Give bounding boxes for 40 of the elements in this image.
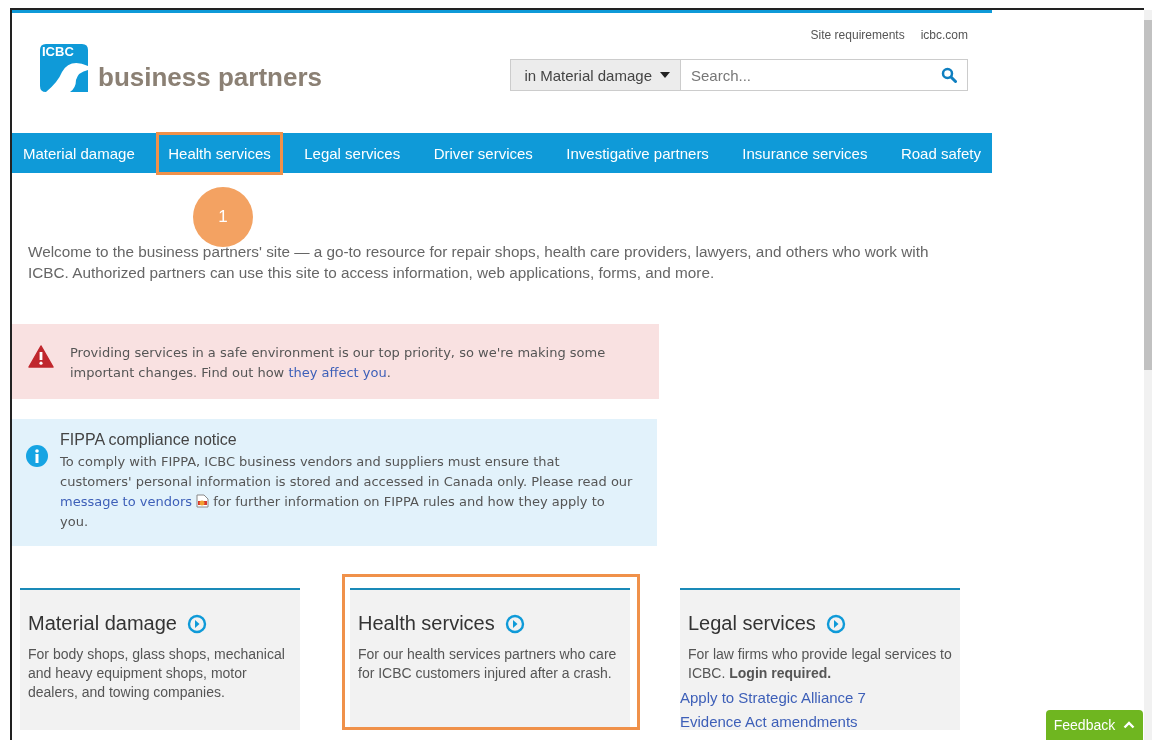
info-icon (26, 445, 48, 467)
notice-title: FIPPA compliance notice (60, 431, 238, 449)
caret-icon (660, 72, 670, 78)
nav-link[interactable]: Legal services (295, 134, 410, 172)
card-title-link[interactable]: Material damage (28, 612, 177, 635)
card-link[interactable]: Evidence Act amendments (680, 712, 960, 731)
arrow-circle-icon (825, 613, 846, 634)
header-link[interactable]: icbc.com (920, 28, 968, 42)
step-badge: 1 (193, 187, 253, 247)
nav-link[interactable]: Road safety (891, 134, 990, 172)
card-text: For our health services partners who care for ICBC customers injured after a crash. (358, 645, 618, 683)
nav-link[interactable]: Health services (159, 134, 280, 172)
search-icon (941, 67, 957, 83)
warning-icon (28, 345, 54, 368)
chevron-up-icon (1123, 721, 1136, 729)
scrollbar-thumb[interactable] (1144, 20, 1152, 370)
text-link[interactable]: message to vendors (60, 494, 192, 509)
arrow-circle-icon (186, 613, 207, 634)
nav-link[interactable]: Driver services (424, 134, 542, 172)
text-link[interactable]: they affect you (288, 365, 387, 380)
card-title-link[interactable]: Health services (358, 612, 495, 635)
scrollbar[interactable] (1144, 10, 1152, 740)
card-link[interactable]: Apply to Strategic Alliance 7 (680, 688, 960, 707)
scope-dropdown[interactable]: in Material damage (510, 59, 681, 91)
logo-text: ICBC (42, 44, 74, 60)
header-link[interactable]: Site requirements (810, 28, 905, 42)
logo-icon (40, 44, 88, 92)
nav-link[interactable]: Insurance services (733, 134, 877, 172)
notice-text: Providing services in a safe environment is our top priority, so we're making some important changes. Find out how they affect you. (70, 344, 607, 382)
search-field[interactable]: Search... (681, 59, 931, 91)
pdf-icon (196, 494, 210, 508)
card-title-link[interactable]: Legal services (688, 612, 816, 635)
nav-link[interactable]: Investigative partners (557, 134, 718, 172)
search-button[interactable] (931, 59, 968, 91)
site-name: business partners (98, 62, 322, 92)
arrow-circle-icon (504, 613, 525, 634)
nav-link[interactable]: Material damage (14, 134, 144, 172)
notice-text: To comply with FIPPA, ICBC business vendors and suppliers must ensure that customers' personal information is stored and accessed in Canada only. Please read our message to vendors for further information on FIPPA rules and how they apply to you. (60, 453, 634, 531)
card-text: For body shops, glass shops, mechanical and heavy equipment shops, motor dealers, and towing companies. (28, 645, 286, 702)
card-text: For law firms who provide legal services to ICBC. Login required. (688, 645, 953, 683)
